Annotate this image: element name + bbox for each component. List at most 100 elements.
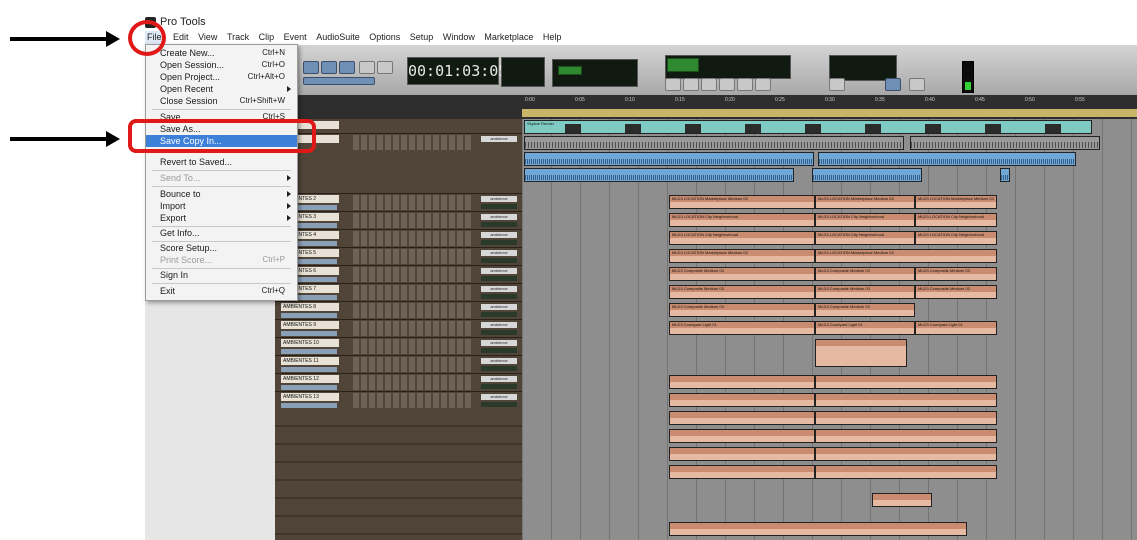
menu-item-score-setup[interactable]: Score Setup... <box>146 242 297 254</box>
track-header[interactable]: AMBIENTES 6 ambience <box>275 265 522 284</box>
io-panel[interactable] <box>353 249 473 264</box>
track-output[interactable] <box>481 402 517 407</box>
track-header[interactable]: AMBIENTES 2 ambience <box>275 193 522 212</box>
menu-setup[interactable]: Setup <box>410 31 434 44</box>
video-clip[interactable]: Skyline Render <box>524 120 1092 134</box>
menu-audiosuite[interactable]: AudioSuite <box>316 31 360 44</box>
io-panel[interactable] <box>353 231 473 246</box>
grid-button[interactable] <box>885 78 901 91</box>
ambience-clip[interactable]: MLD3 LOCATION City Neighborhood <box>815 231 915 245</box>
speaker-icon[interactable] <box>359 61 375 74</box>
ambience-clip[interactable]: MLD3 Courtyard Light 01 <box>815 321 915 335</box>
io-panel[interactable] <box>353 303 473 318</box>
record-button[interactable] <box>737 78 753 91</box>
fast-forward-button[interactable] <box>683 78 699 91</box>
menu-window[interactable]: Window <box>443 31 475 44</box>
ambience-clip[interactable] <box>669 522 967 536</box>
ambience-clip[interactable]: MLD3 Composite Medium 03 <box>915 285 997 299</box>
play-button[interactable] <box>701 78 717 91</box>
menu-marketplace[interactable]: Marketplace <box>484 31 533 44</box>
ambience-clip[interactable]: MLD3 LOCATION City Neighborhood <box>915 213 997 227</box>
io-panel[interactable] <box>353 195 473 210</box>
ambience-clip[interactable]: MLD3 Composite Medium 03 <box>669 267 815 281</box>
rewind-button[interactable] <box>665 78 681 91</box>
track-name[interactable]: AMBIENTES 8 <box>281 303 339 311</box>
track-header[interactable]: AMBIENTES 13 ambience <box>275 391 522 410</box>
transport-mode-badge[interactable] <box>667 58 699 72</box>
io-panel[interactable] <box>353 135 473 150</box>
ambience-clip[interactable]: MLD3 Composite Medium 03 <box>815 267 915 281</box>
track-io-label[interactable]: ambience <box>481 136 517 142</box>
stop-button[interactable] <box>719 78 735 91</box>
ambience-clip[interactable]: MLD3 LOCATION City Neighborhood <box>915 231 997 245</box>
ambience-clip[interactable]: MLD3 LOCATION Marketplace Medium 03 <box>669 195 815 209</box>
track-header[interactable]: AMBIENTES 7 ambience <box>275 283 522 302</box>
ambience-clip[interactable]: MLD3 LOCATION Marketplace Medium 03 <box>815 195 915 209</box>
menu-item-open-recent[interactable]: Open Recent <box>146 83 297 95</box>
audio-clip[interactable] <box>1000 168 1010 182</box>
edit-mode-buttons[interactable] <box>303 77 375 85</box>
ambience-clip[interactable] <box>815 447 997 461</box>
menu-edit[interactable]: Edit <box>173 31 189 44</box>
track-io-label[interactable]: ambience <box>481 196 517 202</box>
ambience-clip[interactable]: MLD3 LOCATION City Neighborhood <box>669 231 815 245</box>
menu-item-get-info[interactable]: Get Info... <box>146 227 297 239</box>
track-io-label[interactable]: ambience <box>481 286 517 292</box>
menu-view[interactable]: View <box>198 31 217 44</box>
io-panel[interactable] <box>353 339 473 354</box>
track-io-label[interactable]: ambience <box>481 394 517 400</box>
menu-options[interactable]: Options <box>369 31 400 44</box>
track-output[interactable] <box>481 276 517 281</box>
track-header[interactable]: AMBIENTES 8 ambience <box>275 301 522 320</box>
ambience-clip[interactable]: MLD3 Courtyard Light 01 <box>669 321 815 335</box>
track-header[interactable]: AMBIENTES 5 ambience <box>275 247 522 266</box>
selector-tool-button[interactable] <box>339 61 355 74</box>
timeline-playlist[interactable]: Skyline Render MLD3 LOCATION Marketplace… <box>522 119 1137 540</box>
menu-item-import[interactable]: Import <box>146 200 297 212</box>
menu-item-exit[interactable]: Exit Ctrl+Q <box>146 285 297 297</box>
ambience-clip[interactable] <box>669 393 815 407</box>
ambience-clip[interactable]: MLD3 LOCATION City Neighborhood <box>669 213 815 227</box>
track-io-label[interactable]: ambience <box>481 268 517 274</box>
track-io-label[interactable]: ambience <box>481 214 517 220</box>
io-panel[interactable] <box>353 267 473 282</box>
track-name[interactable]: AMBIENTES 13 <box>281 393 339 401</box>
nudge-button[interactable] <box>909 78 925 91</box>
ambience-clip[interactable]: MLD3 Composite Medium 03 <box>915 267 997 281</box>
grid-value-badge[interactable] <box>558 66 582 75</box>
menu-item-sign-in[interactable]: Sign In <box>146 269 297 281</box>
track-io-label[interactable]: ambience <box>481 376 517 382</box>
ambience-clip[interactable] <box>815 393 997 407</box>
ambience-clip[interactable] <box>815 411 997 425</box>
ambience-clip[interactable]: MLD3 Courtyard Light 01 <box>915 321 997 335</box>
ambience-clip[interactable]: MLD3 Composite Medium 03 <box>815 285 915 299</box>
track-name[interactable]: AMBIENTES 11 <box>281 357 339 365</box>
ambience-clip[interactable] <box>815 375 997 389</box>
track-output[interactable] <box>481 330 517 335</box>
track-header[interactable]: AMBIENTES 4 ambience <box>275 229 522 248</box>
io-panel[interactable] <box>353 375 473 390</box>
track-io-label[interactable]: ambience <box>481 232 517 238</box>
menu-item-create-new[interactable]: Create New... Ctrl+N <box>146 47 297 59</box>
menu-item-bounce-to[interactable]: Bounce to <box>146 188 297 200</box>
track-output[interactable] <box>481 312 517 317</box>
track-name[interactable]: AMBIENTES 12 <box>281 375 339 383</box>
track-output[interactable] <box>481 294 517 299</box>
track-output[interactable] <box>481 204 517 209</box>
markers-ruler[interactable] <box>522 109 1137 117</box>
ambience-clip[interactable] <box>669 375 815 389</box>
track-io-label[interactable]: ambience <box>481 322 517 328</box>
menu-item-open-project[interactable]: Open Project... Ctrl+Alt+O <box>146 71 297 83</box>
grabber-tool-button[interactable] <box>377 61 393 74</box>
audio-clip[interactable] <box>524 136 904 150</box>
track-output[interactable] <box>481 348 517 353</box>
ambience-clip[interactable]: MLD3 Composite Medium 03 <box>669 285 815 299</box>
menu-item-open-session[interactable]: Open Session... Ctrl+O <box>146 59 297 71</box>
audio-clip[interactable] <box>524 168 794 182</box>
track-state-buttons[interactable] <box>281 331 337 336</box>
track-state-buttons[interactable] <box>281 349 337 354</box>
io-panel[interactable] <box>353 213 473 228</box>
menu-help[interactable]: Help <box>543 31 562 44</box>
trim-tool-button[interactable] <box>321 61 337 74</box>
track-header[interactable]: AMBIENTES 10 ambience <box>275 337 522 356</box>
